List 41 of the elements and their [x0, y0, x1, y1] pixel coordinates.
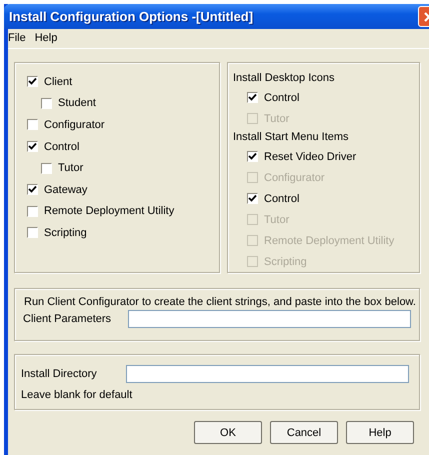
checkbox-label: Reset Video Driver: [264, 150, 356, 162]
checkbox-label: Remote Deployment Utility: [264, 234, 394, 246]
dialog-button[interactable]: Cancel: [270, 421, 338, 444]
menu-item[interactable]: Help: [34, 32, 58, 48]
window-title: Install Configuration Options -[Untitled]: [8, 9, 254, 24]
checkbox-label: Scripting: [44, 226, 87, 239]
checkbox-label: Client: [44, 76, 72, 88]
checkbox[interactable]: [247, 151, 258, 162]
checkbox[interactable]: [27, 119, 38, 130]
field-label: Client Parameters: [23, 313, 112, 325]
section-heading: Install Desktop Icons: [233, 71, 336, 86]
section-heading: Install Start Menu Items: [233, 130, 350, 145]
checkbox[interactable]: [27, 141, 38, 152]
checkbox-label: Configurator: [264, 172, 325, 184]
checkbox-label: Gateway: [44, 184, 88, 196]
checkbox-label: Scripting: [264, 256, 307, 268]
checkbox[interactable]: [27, 206, 38, 217]
checkbox[interactable]: [247, 193, 258, 204]
menu-item[interactable]: File: [8, 32, 26, 48]
field-label: Install Directory: [21, 368, 98, 380]
hint-text: Leave blank for default: [21, 389, 134, 401]
dialog-button[interactable]: Help: [346, 421, 414, 444]
checkbox-label: Configurator: [44, 118, 105, 131]
checkbox[interactable]: [41, 162, 52, 174]
instruction-text: Run Client Configurator to create the client strings, and paste into the box below.: [23, 295, 417, 310]
checkbox[interactable]: [27, 184, 38, 196]
checkbox[interactable]: [27, 76, 38, 88]
checkbox[interactable]: [247, 92, 258, 103]
input-field[interactable]: [128, 310, 411, 328]
checkbox-label: Tutor: [264, 112, 290, 124]
checkbox[interactable]: [27, 227, 38, 238]
dialog-button[interactable]: OK: [194, 421, 262, 444]
checkbox-label: Control: [264, 192, 300, 204]
checkbox[interactable]: [41, 98, 52, 109]
checkbox-label: Student: [58, 97, 96, 110]
checkbox-label: Control: [44, 140, 80, 153]
input-field[interactable]: [126, 365, 409, 383]
checkbox-label: Remote Deployment Utility: [44, 205, 174, 218]
checkbox-label: Control: [264, 92, 300, 104]
checkbox-label: Tutor: [58, 162, 84, 174]
checkbox-label: Tutor: [264, 214, 290, 226]
